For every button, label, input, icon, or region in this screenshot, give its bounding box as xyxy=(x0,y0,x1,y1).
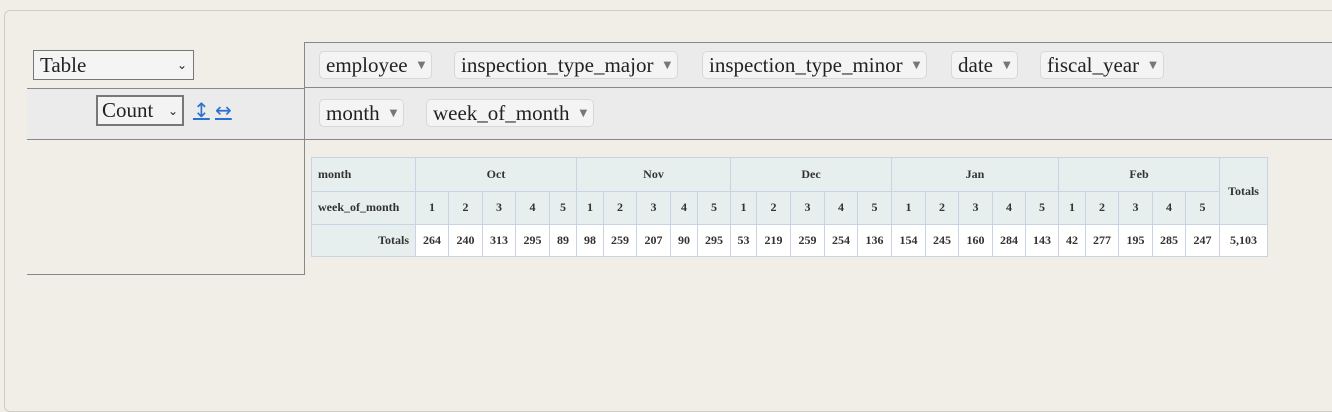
col-order-toggle-icon[interactable]: ↔ xyxy=(215,98,232,122)
total-cell: 160 xyxy=(958,224,993,257)
month-header-row: month Oct Nov Dec Jan Feb Totals xyxy=(311,157,1268,225)
attr-pill-label: inspection_type_major xyxy=(461,52,654,77)
total-cell: 277 xyxy=(1085,224,1119,257)
attr-pill-label: inspection_type_minor xyxy=(709,52,903,77)
total-cell: 313 xyxy=(482,224,516,257)
total-cell: 259 xyxy=(603,224,637,257)
total-cell: 295 xyxy=(515,224,550,257)
week-header: 3 xyxy=(482,190,516,225)
attr-pill-label: month xyxy=(326,100,380,125)
renderer-select-value: Table xyxy=(40,52,87,77)
total-cell: 42 xyxy=(1058,224,1086,257)
attr-pill-label: date xyxy=(958,52,993,77)
row-order-toggle-icon[interactable]: ↕ xyxy=(193,98,210,122)
triangle-down-icon[interactable]: ▼ xyxy=(1003,60,1011,71)
total-cell: 154 xyxy=(891,224,926,257)
week-header: 5 xyxy=(697,190,731,225)
week-header: 4 xyxy=(824,190,858,225)
month-header-feb: Feb xyxy=(1058,157,1220,192)
week-header: 4 xyxy=(670,190,698,225)
renderer-select[interactable]: Table ⌄ xyxy=(33,50,194,80)
grand-total-cell: 5,103 xyxy=(1219,224,1268,257)
week-header: 5 xyxy=(857,190,892,225)
week-header: 3 xyxy=(1118,190,1153,225)
week-header: 2 xyxy=(448,190,483,225)
triangle-down-icon[interactable]: ▼ xyxy=(390,108,398,119)
triangle-down-icon[interactable]: ▼ xyxy=(913,60,921,71)
row-attributes-area[interactable] xyxy=(27,140,305,275)
row-totals-label: Totals xyxy=(311,224,416,257)
chevron-down-icon: ⌄ xyxy=(167,103,178,118)
total-cell: 195 xyxy=(1118,224,1153,257)
week-header: 5 xyxy=(549,190,577,225)
month-header-oct: Oct xyxy=(415,157,577,192)
week-header: 1 xyxy=(415,190,449,225)
total-cell: 53 xyxy=(730,224,757,257)
month-header-jan: Jan xyxy=(891,157,1059,192)
total-cell: 207 xyxy=(636,224,671,257)
week-header: 4 xyxy=(515,190,550,225)
total-cell: 219 xyxy=(756,224,791,257)
triangle-down-icon[interactable]: ▼ xyxy=(1149,60,1157,71)
triangle-down-icon[interactable]: ▼ xyxy=(579,108,587,119)
week-header: 4 xyxy=(992,190,1026,225)
total-cell: 143 xyxy=(1025,224,1059,257)
attr-pill-label: week_of_month xyxy=(433,100,570,125)
triangle-down-icon[interactable]: ▼ xyxy=(418,60,426,71)
total-cell: 98 xyxy=(576,224,604,257)
month-header-nov: Nov xyxy=(576,157,731,192)
total-cell: 245 xyxy=(925,224,959,257)
week-header: 1 xyxy=(576,190,604,225)
col-attr-label-month: month xyxy=(311,157,416,192)
total-cell: 259 xyxy=(790,224,825,257)
total-cell: 284 xyxy=(992,224,1026,257)
totals-row: Totals 264 240 313 295 89 98 259 207 90 … xyxy=(311,224,1268,257)
total-cell: 89 xyxy=(549,224,577,257)
week-header: 3 xyxy=(790,190,825,225)
week-header: 3 xyxy=(636,190,671,225)
aggregator-select-value: Count xyxy=(102,98,154,122)
attr-pill-week-of-month[interactable]: week_of_month ▼ xyxy=(426,99,595,127)
total-cell: 240 xyxy=(448,224,483,257)
week-header: 2 xyxy=(925,190,959,225)
attr-pill-fiscal-year[interactable]: fiscal_year ▼ xyxy=(1040,51,1164,79)
week-header-row: week_of_month 1 2 3 4 5 1 2 3 4 5 1 2 3 … xyxy=(311,190,1268,225)
week-header: 1 xyxy=(1058,190,1086,225)
total-cell: 247 xyxy=(1185,224,1220,257)
week-header: 5 xyxy=(1025,190,1059,225)
week-header: 2 xyxy=(603,190,637,225)
week-header: 2 xyxy=(1085,190,1119,225)
chevron-down-icon: ⌄ xyxy=(176,58,187,72)
attr-pill-employee[interactable]: employee ▼ xyxy=(319,51,433,79)
week-header: 3 xyxy=(958,190,993,225)
triangle-down-icon[interactable]: ▼ xyxy=(663,60,671,71)
attr-pill-inspection-type-minor[interactable]: inspection_type_minor ▼ xyxy=(702,51,928,79)
aggregator-select[interactable]: Count ⌄ xyxy=(96,95,184,126)
pivot-table: month Oct Nov Dec Jan Feb Totals week_of… xyxy=(311,157,1268,257)
total-cell: 295 xyxy=(697,224,731,257)
attr-pill-inspection-type-major[interactable]: inspection_type_major ▼ xyxy=(454,51,679,79)
week-header: 2 xyxy=(756,190,791,225)
week-header: 1 xyxy=(730,190,757,225)
col-attr-label-week: week_of_month xyxy=(311,190,416,225)
total-cell: 136 xyxy=(857,224,892,257)
attr-pill-date[interactable]: date ▼ xyxy=(951,51,1018,79)
week-header: 5 xyxy=(1185,190,1220,225)
total-cell: 90 xyxy=(670,224,698,257)
total-cell: 264 xyxy=(415,224,449,257)
attr-pill-label: fiscal_year xyxy=(1047,52,1140,77)
week-header: 1 xyxy=(891,190,926,225)
total-cell: 254 xyxy=(824,224,858,257)
totals-column-header: Totals xyxy=(1219,157,1268,225)
week-header: 4 xyxy=(1152,190,1186,225)
attr-pill-label: employee xyxy=(326,52,408,77)
total-cell: 285 xyxy=(1152,224,1186,257)
attr-pill-month[interactable]: month ▼ xyxy=(319,99,405,127)
month-header-dec: Dec xyxy=(730,157,892,192)
